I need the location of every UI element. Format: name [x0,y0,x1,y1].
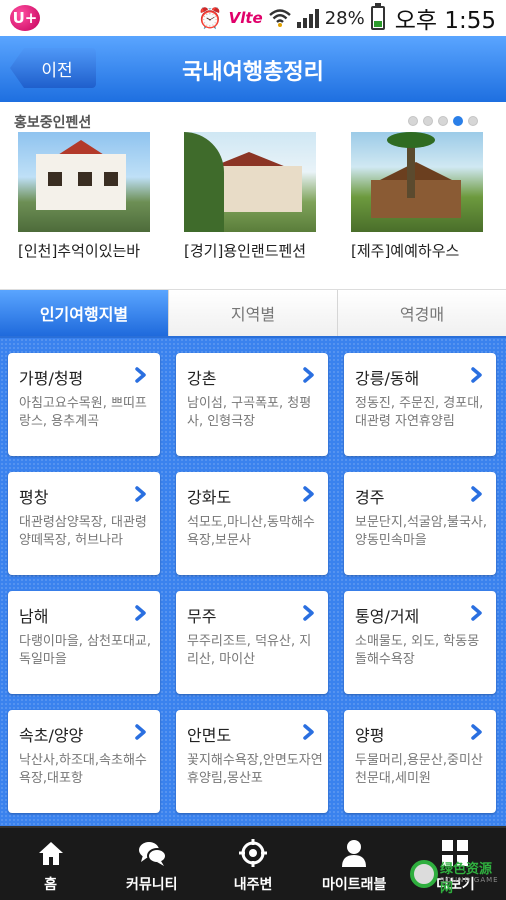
destination-description: 무주리조트, 덕유산, 지리산, 마이산 [187,634,312,667]
chevron-right-icon [303,605,314,621]
destination-description: 꽃지해수욕장,안면도자연휴양림,몽산포 [187,753,323,786]
destination-description: 석모도,마니산,동막해수욕장,보문사 [187,515,315,548]
chevron-right-icon [303,367,314,383]
destination-grid: 가평/청평 아침고요수목원, 쁘띠프랑스, 용추계곡 강촌 남이섬, 구곡폭포, 청평… [8,353,496,813]
destination-card[interactable]: 통영/거제소매물도, 외도, 학동몽돌해수욕장 [344,591,496,694]
destination-card[interactable]: 평창대관령삼양목장, 대관령양떼목장, 허브나라 [8,472,160,575]
destination-description: 낙산사,하조대,속초해수욕장,대포항 [19,753,147,786]
destination-name: 평창 [19,488,49,507]
destination-description: 아침고요수목원, 쁘띠프랑스, 용추계곡 [19,396,147,429]
nav-label: 홈 [44,877,58,893]
destination-card[interactable]: 강화도석모도,마니산,동막해수욕장,보문사 [176,472,328,575]
destination-card[interactable]: 남해다랭이마을, 삼천포대교, 독일마을 [8,591,160,694]
app-header: 이전 국내여행총정리 [0,36,506,102]
destination-description: 보문단지,석굴암,불국사,양동민속마을 [355,515,487,548]
pension-photo [18,132,150,232]
destination-card[interactable]: 양평두물머리,용문산,중미산천문대,세미원 [344,710,496,813]
nav-home[interactable]: 홈 [0,828,101,900]
destination-description: 정동진, 주문진, 경포대, 대관령 자연휴양림 [355,396,484,429]
watermark-subtext: SOUND GAME [440,876,499,884]
destination-name: 강촌 [187,369,217,388]
carousel-dot[interactable] [468,116,478,126]
chevron-right-icon [303,724,314,740]
nav-community[interactable]: 커뮤니티 [101,828,202,900]
tab-bar: 인기여행지별 지역별 역경매 [0,290,506,338]
tab-reverse-auction[interactable]: 역경매 [338,290,506,336]
person-icon [342,840,367,867]
destination-name: 경주 [355,488,385,507]
nav-label: 내주변 [233,877,273,893]
status-icons: ⏰ Vlte 28% 오후 1:55 [197,3,496,34]
home-icon [38,842,63,865]
destination-card[interactable]: 속초/양양낙산사,하조대,속초해수욕장,대포항 [8,710,160,813]
tab-region[interactable]: 지역별 [169,290,338,336]
nav-label: 커뮤니티 [126,877,178,893]
chevron-right-icon [303,486,314,502]
destination-name: 안면도 [187,726,232,745]
page-title: 국내여행총정리 [182,60,324,85]
carrier-logo: U+ [10,5,40,31]
destination-card[interactable]: 경주보문단지,석굴암,불국사,양동민속마을 [344,472,496,575]
carousel-dot[interactable] [423,116,433,126]
destination-description: 다랭이마을, 삼천포대교, 독일마을 [19,634,151,667]
clock: 오후 1:55 [394,8,496,34]
location-target-icon [239,839,267,867]
destination-card[interactable]: 무주무주리조트, 덕유산, 지리산, 마이산 [176,591,328,694]
destination-name: 강릉/동해 [355,369,420,388]
volte-indicator: Vlte [228,9,263,27]
chevron-right-icon [135,724,146,740]
destination-description: 소매물도, 외도, 학동몽돌해수욕장 [355,634,480,667]
chevron-right-icon [471,486,482,502]
destination-card[interactable]: 안면도꽃지해수욕장,안면도자연휴양림,몽산포 [176,710,328,813]
chevron-right-icon [471,605,482,621]
destination-name: 속초/양양 [19,726,84,745]
promo-label: [경기]용인랜드펜션 [184,242,307,260]
bottom-navigation: 홈 커뮤니티 내주변 마이트래블 더보기 绿色资源网 SOUND GAME [0,826,506,900]
promo-section: 홍보중인펜션 [인천]추억이있는바 [경기]용인랜드펜션 [제주]예예하우스 [0,102,506,290]
nav-my-travel[interactable]: 마이트래블 [304,828,405,900]
destination-name: 통영/거제 [355,607,420,626]
destination-name: 남해 [19,607,49,626]
destination-card[interactable]: 강촌남이섬, 구곡폭포, 청평사, 인형극장 [176,353,328,456]
status-bar: U+ ⏰ Vlte 28% 오후 1:55 [0,0,506,36]
destination-name: 강화도 [187,488,232,507]
chat-icon [138,842,167,866]
carousel-dot[interactable] [438,116,448,126]
promo-card[interactable]: [경기]용인랜드펜션 [184,132,334,261]
destination-name: 가평/청평 [19,369,84,388]
chevron-right-icon [135,486,146,502]
carousel-dot-active[interactable] [453,116,463,126]
promo-title: 홍보중인펜션 [14,115,92,131]
destination-card[interactable]: 가평/청평아침고요수목원, 쁘띠프랑스, 용추계곡 [8,353,160,456]
alarm-icon: ⏰ [197,6,223,30]
promo-label: [인천]추억이있는바 [18,242,141,260]
destination-description: 두물머리,용문산,중미산천문대,세미원 [355,753,483,786]
chevron-right-icon [135,367,146,383]
carousel-dot[interactable] [408,116,418,126]
battery-icon [370,3,385,30]
battery-percent: 28% [324,7,365,29]
pension-photo [351,132,483,232]
promo-label: [제주]예예하우스 [351,242,460,260]
destination-name: 무주 [187,607,217,626]
carousel-indicator [408,116,478,126]
destination-description: 대관령삼양목장, 대관령양떼목장, 허브나라 [19,515,147,548]
signal-icon [296,8,319,28]
destination-card[interactable]: 강릉/동해정동진, 주문진, 경포대, 대관령 자연휴양림 [344,353,496,456]
destination-grid-area: 가평/청평 아침고요수목원, 쁘띠프랑스, 용추계곡 강촌 남이섬, 구곡폭포, 청평… [0,338,506,826]
chevron-right-icon [471,724,482,740]
nav-label: 마이트래블 [322,877,387,893]
chevron-right-icon [135,605,146,621]
chevron-right-icon [471,367,482,383]
tab-popular[interactable]: 인기여행지별 [0,290,169,336]
destination-name: 양평 [355,726,385,745]
promo-card[interactable]: [제주]예예하우스 [351,132,501,261]
watermark-logo: 绿色资源网 SOUND GAME [410,858,502,896]
nav-nearby[interactable]: 내주변 [202,828,303,900]
destination-description: 남이섬, 구곡폭포, 청평사, 인형극장 [187,396,312,429]
pension-photo [184,132,316,232]
wifi-icon [268,9,291,27]
promo-card[interactable]: [인천]추억이있는바 [18,132,168,261]
